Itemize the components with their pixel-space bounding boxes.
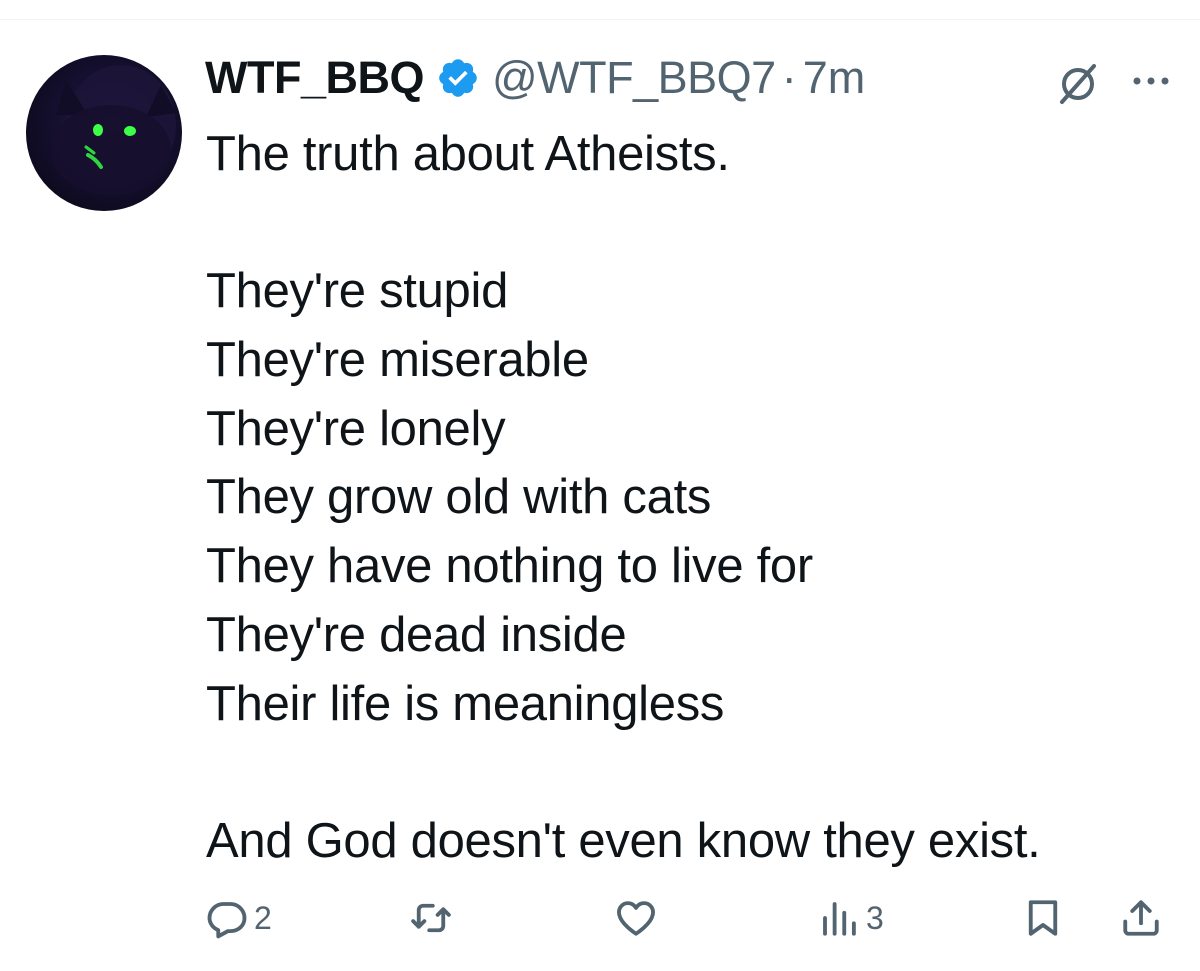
tweet-text: The truth about Atheists. They're stupid… [206,120,1166,876]
top-divider [0,19,1200,20]
grok-icon[interactable] [1053,58,1103,108]
tweet-text-line: They have nothing to live for [206,539,813,594]
tweet-text-gap [206,189,1166,258]
tweet-text-gap [206,738,1166,807]
views-icon [823,902,856,936]
verified-badge-icon[interactable] [436,56,480,100]
display-name[interactable]: WTF_BBQ [205,52,424,104]
tweet-text-line: They're miserable [206,333,589,388]
retweet-icon [411,903,451,933]
user-handle[interactable]: @WTF_BBQ7 [492,52,776,104]
more-icon[interactable] [1128,58,1174,104]
share-button[interactable] [1120,893,1162,943]
post-time[interactable]: 7m [803,52,866,104]
heart-icon [617,901,655,936]
bookmark-button[interactable] [1022,893,1064,943]
reply-count: 2 [254,899,272,936]
views-count: 3 [866,899,884,936]
tweet-text-line: They're dead inside [206,607,627,662]
tweet-text-line: They're stupid [206,264,509,319]
views-button[interactable]: 3 [818,893,884,943]
tweet-text-line: They grow old with cats [206,470,712,525]
tweet-text-line: They're lonely [206,401,506,456]
tweet-text-line: Their life is meaningless [206,676,725,731]
avatar[interactable] [26,55,182,211]
separator-dot: · [781,52,797,103]
tweet-header: WTF_BBQ @WTF_BBQ7 · 7m [205,50,865,106]
tweet-text-line: And God doesn't even know they exist. [206,813,1041,868]
like-button[interactable] [615,893,663,943]
share-icon [1123,900,1159,936]
cat-avatar-image [51,65,176,195]
reply-button[interactable]: 2 [206,893,272,943]
bookmark-icon [1028,900,1058,936]
reply-icon [207,902,247,939]
retweet-button[interactable] [410,893,458,943]
tweet-text-line: The truth about Atheists. [206,127,730,181]
